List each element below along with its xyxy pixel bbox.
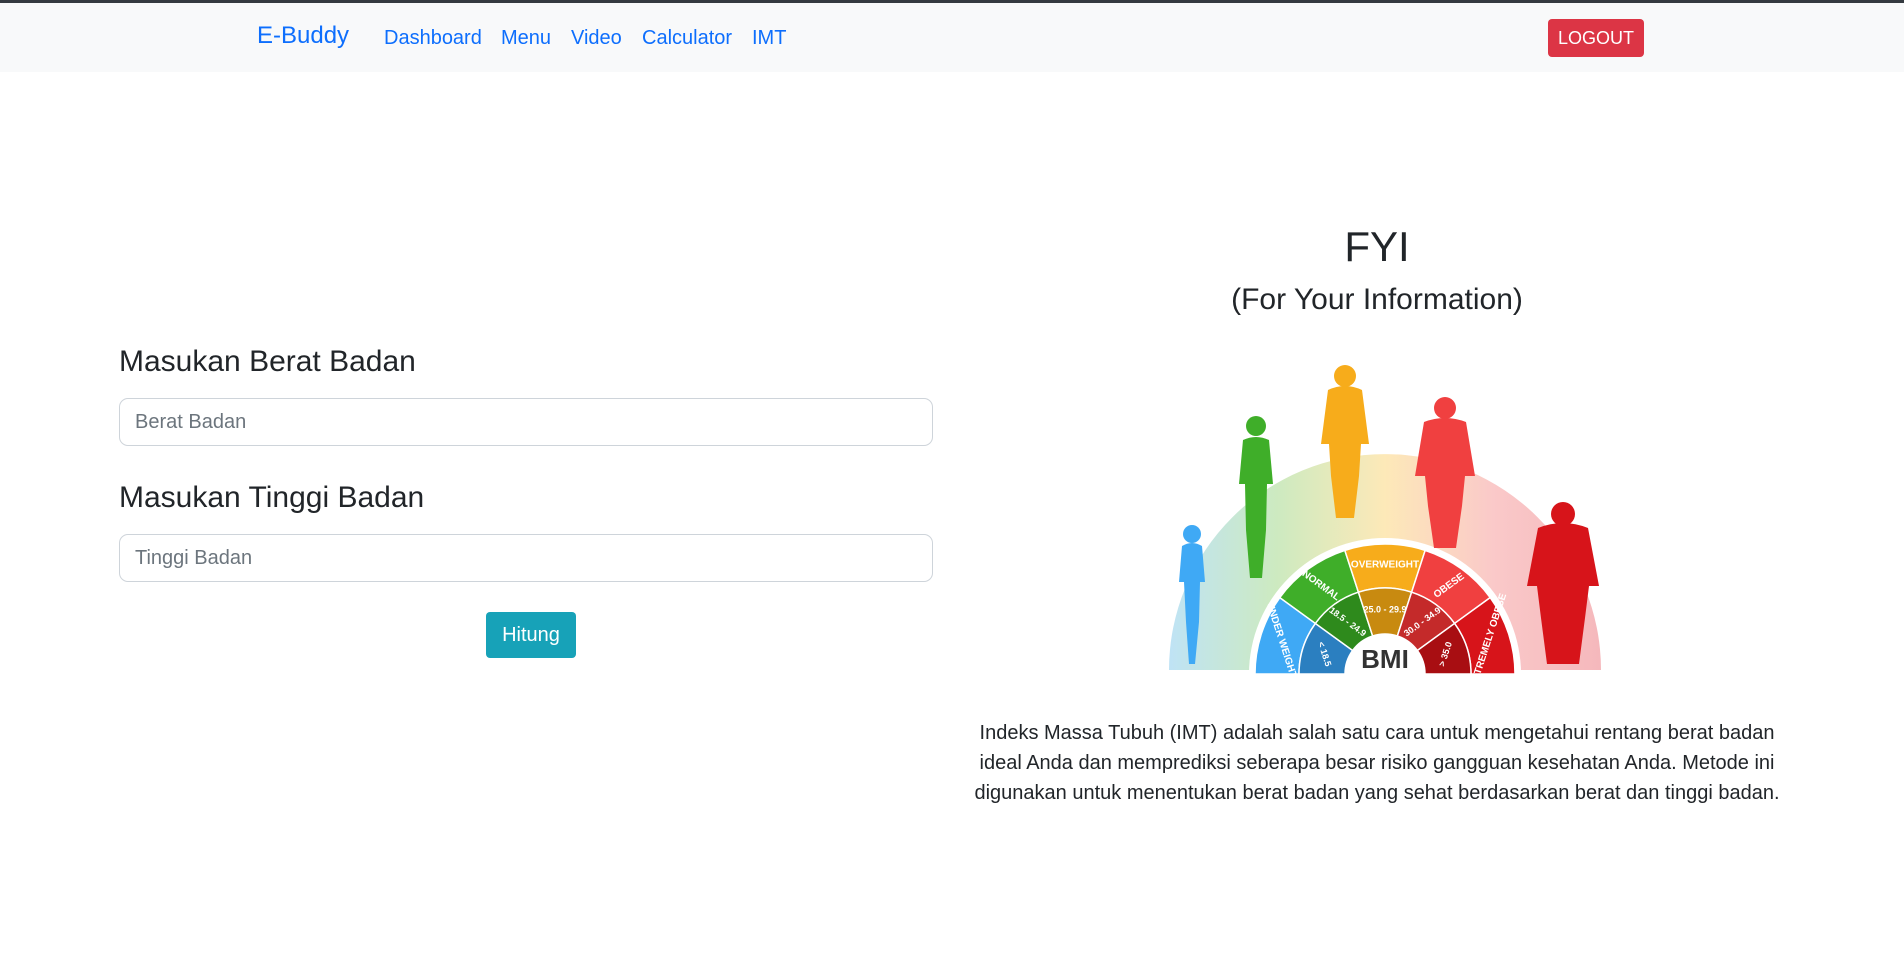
imt-description: Indeks Massa Tubuh (IMT) adalah salah sa… [974,722,1780,804]
nav-link-menu[interactable]: Menu [501,27,551,50]
nav-link-dashboard[interactable]: Dashboard [384,27,482,50]
info-title: FYI [1344,223,1410,270]
bmi-illustration: UNDER WEIGHT < 18.5NORMAL18.5 - 24.9OVERW… [1169,365,1601,674]
height-label: Masukan Tinggi Badan [119,481,425,514]
height-input[interactable] [119,534,933,582]
brand-link[interactable]: E-Buddy [257,22,349,50]
weight-input[interactable] [119,398,933,446]
bmi-center-label: BMI [1361,644,1409,674]
nav-link-video[interactable]: Video [571,27,622,50]
calculate-button[interactable]: Hitung [486,612,576,658]
info-subtitle: (For Your Information) [1231,283,1523,316]
weight-label: Masukan Berat Badan [119,345,416,378]
nav-link-imt[interactable]: IMT [752,27,786,50]
logout-button[interactable]: LOGOUT [1548,19,1644,57]
bmi-category-label: OVERWEIGHT [1351,560,1419,571]
navbar: E-Buddy Dashboard Menu Video Calculator … [0,0,1904,72]
bmi-range-label: 25.0 - 29.9 [1363,604,1406,614]
nav-link-calculator[interactable]: Calculator [642,27,732,50]
